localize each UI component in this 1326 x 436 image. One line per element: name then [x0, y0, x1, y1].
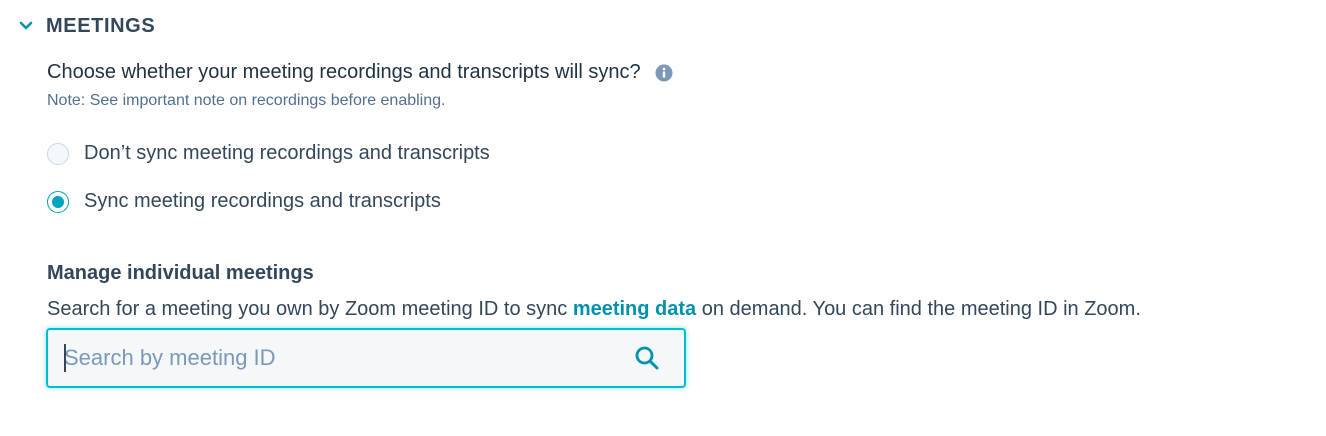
meeting-data-link[interactable]: meeting data: [573, 298, 696, 320]
chevron-down-icon: [18, 18, 34, 34]
description-text-end: on demand. You can find the meeting ID i…: [696, 298, 1141, 320]
description-text: Search for a meeting you own by Zoom mee…: [47, 298, 573, 320]
radio-label: Sync meeting recordings and transcripts: [84, 190, 441, 212]
sync-question-row: Choose whether your meeting recordings a…: [47, 61, 673, 84]
meetings-section-toggle[interactable]: MEETINGS: [18, 12, 155, 40]
manage-meetings-description: Search for a meeting you own by Zoom mee…: [47, 298, 1141, 321]
sync-note: Note: See important note on recordings b…: [47, 92, 446, 109]
section-title: MEETINGS: [46, 14, 156, 37]
radio-label: Don’t sync meeting recordings and transc…: [84, 142, 490, 164]
search-input[interactable]: [48, 330, 634, 386]
info-icon[interactable]: [655, 64, 673, 82]
manage-meetings-title: Manage individual meetings: [47, 262, 314, 284]
text-cursor: [64, 344, 66, 372]
meeting-id-search-box[interactable]: [46, 328, 686, 388]
sync-question: Choose whether your meeting recordings a…: [47, 61, 641, 83]
radio-option-dont-sync[interactable]: Don’t sync meeting recordings and transc…: [47, 142, 490, 165]
radio-button-unchecked[interactable]: [47, 142, 69, 165]
search-icon[interactable]: [634, 345, 660, 371]
radio-option-sync[interactable]: Sync meeting recordings and transcripts: [47, 190, 441, 213]
radio-button-checked[interactable]: [47, 190, 69, 213]
